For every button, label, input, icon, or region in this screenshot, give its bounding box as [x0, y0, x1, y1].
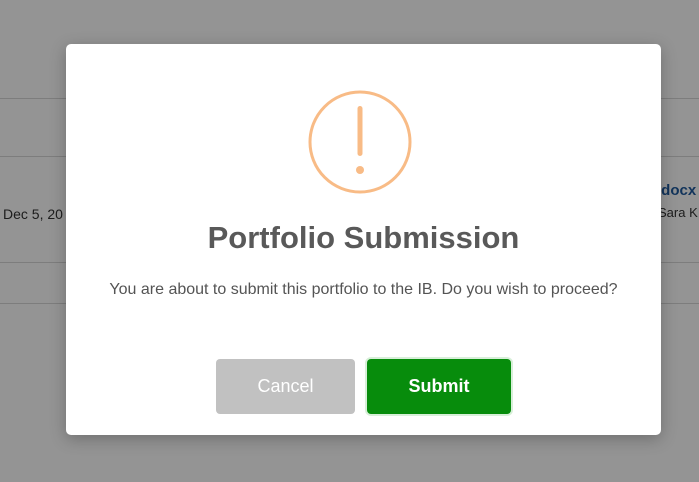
portfolio-submission-dialog: Portfolio Submission You are about to su…	[66, 44, 661, 435]
dialog-title: Portfolio Submission	[207, 220, 520, 255]
dialog-message: You are about to submit this portfolio t…	[109, 281, 618, 298]
submit-button[interactable]: Submit	[367, 359, 511, 414]
cancel-button[interactable]: Cancel	[216, 359, 355, 414]
exclamation-circle-icon	[308, 90, 412, 194]
